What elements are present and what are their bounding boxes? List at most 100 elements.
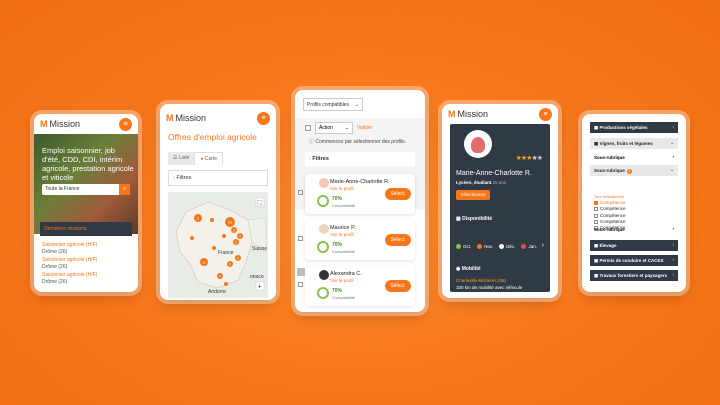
status-dot xyxy=(477,244,483,249)
job-location: Drôme (26) xyxy=(42,278,68,285)
logo[interactable]: M Mission xyxy=(448,109,488,119)
map-pin[interactable] xyxy=(222,234,226,238)
availability-months: Oct. Nov. Déc. Jan. xyxy=(456,244,537,249)
cluster-count: 3 xyxy=(203,261,205,265)
job-title[interactable]: Saisonnier agricole (H/F) xyxy=(42,242,97,249)
select-candidate-button[interactable]: Sélect. xyxy=(385,188,411,200)
chevron-right-icon: › xyxy=(672,257,675,262)
phone-candidates-screen: Profils compatibles ⌄ Action ⌄ Valider ⓘ… xyxy=(295,90,425,312)
tab-map[interactable]: ● Carte xyxy=(194,152,224,165)
compatibility-label: Compatibilité xyxy=(332,295,356,300)
candidate-name: Maurice P. xyxy=(330,225,356,231)
select-profile-button[interactable]: Sélectionner xyxy=(456,190,490,200)
category-label: Productions végétales xyxy=(599,125,648,130)
cluster-count: 4 xyxy=(219,275,221,279)
map-pin[interactable] xyxy=(190,236,194,240)
label-france: France xyxy=(218,250,234,256)
filters-toggle[interactable]: › Filtres xyxy=(305,152,415,166)
chevron-right-icon: › xyxy=(672,226,675,231)
category-row[interactable]: ▣ Permis de conduire et CACES › xyxy=(590,255,678,266)
month-label: Nov. xyxy=(484,244,494,249)
profile-age: 25 ans xyxy=(492,180,507,185)
action-select[interactable]: Action ⌄ xyxy=(315,122,353,134)
category-label: Travaux forestiers et paysagers xyxy=(599,273,668,278)
subcategory-row[interactable]: Sous-rubrique 1 ⌄ xyxy=(590,165,678,176)
skill-checkbox[interactable] xyxy=(594,207,598,212)
skill-checkbox[interactable] xyxy=(594,201,598,206)
location-select[interactable]: Toute la France ⌕ xyxy=(42,184,130,195)
category-row[interactable]: ▣ Travaux forestiers et paysagers › xyxy=(590,270,678,281)
select-candidate-button[interactable]: Sélect. xyxy=(385,280,411,292)
map[interactable]: France Suisse Andorre onaco 3 23 2 4 2 2… xyxy=(168,192,268,298)
location-select-value: Toute la France xyxy=(45,186,80,192)
map-pin[interactable] xyxy=(210,218,214,222)
cluster-count: 2 xyxy=(237,257,239,261)
top-bar: M Mission ≡ xyxy=(34,114,138,134)
compatibility-ring xyxy=(317,241,329,253)
filters-label: Filtres xyxy=(312,156,329,162)
phone-map-screen: M Mission ≡ Offres d'emploi agricole ☰ Li… xyxy=(160,104,276,300)
search-icon[interactable]: ⌕ xyxy=(119,184,130,195)
month-label: Oct. xyxy=(463,244,472,249)
filters-toggle[interactable]: › Filtres xyxy=(168,170,268,186)
category-row[interactable]: ▣ Vignes, fruits et légumes ⌄ xyxy=(590,138,678,149)
profile-filter-select[interactable]: Profils compatibles ⌄ xyxy=(303,98,363,111)
category-row[interactable]: ▣ Élevage › xyxy=(590,240,678,251)
select-all-link[interactable]: Tout sélectionner xyxy=(594,194,624,199)
map-pin[interactable] xyxy=(212,246,216,250)
mobility-title: ◉ Mobilité xyxy=(456,266,481,272)
profile-name: Marie-Anne-Charlotte R. xyxy=(456,170,532,177)
cluster-count: 3 xyxy=(229,263,231,267)
candidate-card: Maurice P. Voir le profil 70% Compatibil… xyxy=(305,220,415,260)
view-profile-link[interactable]: Voir le profil xyxy=(330,232,354,237)
validate-button[interactable]: Valider xyxy=(357,125,372,131)
tab-list[interactable]: ☰ Liste xyxy=(168,152,195,165)
logo[interactable]: M Mission xyxy=(40,119,80,129)
availability-title-text: Disponibilité xyxy=(462,216,493,222)
chevron-right-icon: › xyxy=(309,156,311,162)
count-badge: 1 xyxy=(626,169,632,174)
label-monaco: onaco xyxy=(250,274,264,280)
map-pin[interactable] xyxy=(224,282,228,286)
scroll-top-icon[interactable]: ↑ xyxy=(297,268,305,276)
menu-icon[interactable]: ≡ xyxy=(257,111,270,125)
job-title[interactable]: Saisonnier agricole (H/F) xyxy=(42,272,97,279)
chevron-down-icon: ⌄ xyxy=(670,140,674,145)
phone-profile-screen: M Mission ≡ ★★★★★ Marie-Anne-Charlotte R.… xyxy=(442,104,558,298)
skill-checkbox[interactable] xyxy=(594,213,598,218)
view-profile-link[interactable]: Voir le profil xyxy=(330,186,354,191)
candidate-checkbox[interactable] xyxy=(298,190,303,195)
availability-title: ▦ Disponibilité xyxy=(456,216,493,222)
month-label: Jan. xyxy=(528,244,537,249)
logo-text: Mission xyxy=(175,113,207,123)
chevron-right-icon[interactable]: › xyxy=(542,242,544,249)
menu-icon[interactable]: ≡ xyxy=(539,107,552,121)
subcategory-row[interactable]: Sous-rubrique › xyxy=(590,224,678,235)
tab-map-label: Carte xyxy=(204,156,218,162)
candidate-card: Alexandra C. Voir le profil 70% Compatib… xyxy=(305,266,415,306)
subcategory-label: Sous-rubrique xyxy=(594,155,625,160)
job-title[interactable]: Saisonnier agricole (H/F) xyxy=(42,257,97,264)
latest-missions-header: Dernières missions xyxy=(40,222,132,236)
top-bar: M Mission ≡ xyxy=(160,108,276,128)
category-icon: ▣ xyxy=(594,258,599,263)
job-list: Saisonnier agricole (H/F) Drôme (26) Sai… xyxy=(42,242,97,287)
avatar xyxy=(319,270,329,280)
view-profile-link[interactable]: Voir le profil xyxy=(330,278,354,283)
page-title: Offres d'emploi agricole xyxy=(168,132,257,142)
profile-filter-value: Profils compatibles xyxy=(307,102,349,108)
menu-icon[interactable]: ≡ xyxy=(119,117,132,131)
profile-status: Lycéen, étudiant xyxy=(456,180,492,185)
star-icon: ★★ xyxy=(531,155,543,162)
category-icon: ▣ xyxy=(594,243,599,248)
category-row[interactable]: ▣ Productions végétales › xyxy=(590,122,678,133)
subcategory-row[interactable]: Sous-rubrique › xyxy=(590,152,678,163)
select-candidate-button[interactable]: Sélect. xyxy=(385,234,411,246)
compatibility-ring xyxy=(317,287,329,299)
logo[interactable]: M Mission xyxy=(166,113,206,123)
month-item: Jan. xyxy=(521,244,537,249)
select-all-checkbox[interactable] xyxy=(305,125,311,131)
candidate-checkbox[interactable] xyxy=(298,282,303,287)
candidate-checkbox[interactable] xyxy=(298,236,303,241)
status-dot xyxy=(456,244,461,249)
